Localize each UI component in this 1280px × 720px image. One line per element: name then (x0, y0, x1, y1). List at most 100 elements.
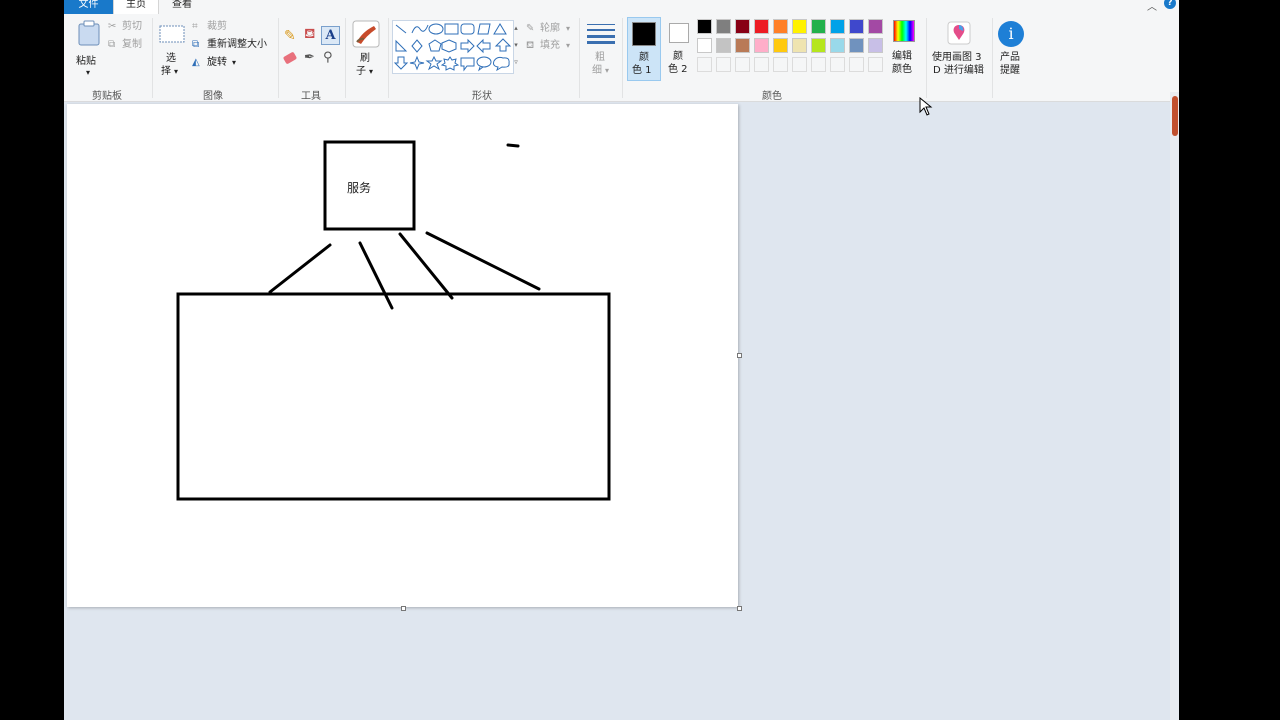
palette-swatch[interactable] (697, 38, 712, 53)
fill-button[interactable]: ⛾ 填充 ▾ (526, 39, 576, 53)
palette-swatch[interactable] (792, 38, 807, 53)
crop-button[interactable]: ⌗ 裁剪 (192, 20, 232, 34)
divider (992, 18, 993, 98)
palette-swatch[interactable] (811, 19, 826, 34)
pencil-icon[interactable]: ✎ (284, 28, 296, 44)
line-size-icon (587, 24, 615, 44)
palette-swatch[interactable] (849, 38, 864, 53)
edit-colors-button[interactable]: 编辑 颜色 (890, 18, 920, 82)
paint3d-button[interactable]: 使用画图 3 D 进行编辑 (930, 18, 988, 82)
resize-label: 重新调整大小 (207, 39, 267, 50)
palette-empty-slot[interactable] (697, 57, 712, 72)
palette-empty-slot[interactable] (811, 57, 826, 72)
tab-file[interactable]: 文件 (64, 0, 113, 14)
paint3d-icon (947, 21, 971, 45)
select-button[interactable]: 选 择 ▾ (158, 22, 186, 78)
outline-button[interactable]: ✎ 轮廓 ▾ (526, 22, 576, 36)
product-alert-label-2: 提醒 (1000, 65, 1020, 76)
rotate-icon: ◭ (192, 57, 200, 68)
palette-swatch[interactable] (868, 38, 883, 53)
palette-swatch[interactable] (830, 19, 845, 34)
brushes-label-2: 子 (356, 66, 366, 77)
palette-swatch[interactable] (716, 19, 731, 34)
palette-swatch[interactable] (735, 19, 750, 34)
palette-swatch[interactable] (754, 38, 769, 53)
palette-swatch[interactable] (697, 19, 712, 34)
text-tool-icon[interactable]: A (321, 26, 340, 45)
brush-icon (352, 20, 380, 48)
shapes-scroll[interactable]: ▴ ▾ ▿ (512, 20, 520, 72)
clipboard-group-label: 剪贴板 (92, 91, 122, 102)
palette-swatch[interactable] (773, 19, 788, 34)
palette-swatch[interactable] (735, 38, 750, 53)
colors-group-label: 颜色 (762, 91, 782, 102)
help-icon[interactable]: ? (1164, 0, 1176, 9)
collapse-ribbon-icon[interactable]: ︿ (1147, 0, 1157, 13)
divider (345, 18, 346, 98)
paste-button[interactable]: 粘贴 ▾ (74, 18, 104, 77)
scissors-icon: ✂ (108, 21, 117, 32)
copy-button[interactable]: ⧉ 复制 (108, 38, 148, 52)
palette-swatch[interactable] (849, 19, 864, 34)
palette-swatch[interactable] (811, 38, 826, 53)
select-rectangle-icon (159, 25, 185, 43)
rotate-dropdown-icon[interactable]: ▾ (232, 56, 236, 69)
rotate-button[interactable]: ◭ 旋转 ▾ (192, 56, 242, 70)
color1-button[interactable]: 颜 色 1 (627, 17, 661, 81)
cut-button[interactable]: ✂ 剪切 (108, 20, 148, 34)
paste-dropdown-icon[interactable]: ▾ (86, 66, 90, 79)
divider (278, 18, 279, 98)
resize-button[interactable]: ⧉ 重新调整大小 (192, 38, 276, 52)
palette-empty-slot[interactable] (849, 57, 864, 72)
product-alert-button[interactable]: i 产品 提醒 (996, 18, 1026, 82)
tab-view[interactable]: 查看 (162, 0, 202, 14)
palette-empty-slot[interactable] (716, 57, 731, 72)
connector-line (398, 232, 454, 300)
rotate-label: 旋转 (207, 57, 227, 68)
palette-empty-slot[interactable] (792, 57, 807, 72)
resize-handle-right[interactable] (737, 353, 742, 358)
divider (152, 18, 153, 98)
tab-home[interactable]: 主页 (113, 0, 159, 14)
palette-swatch[interactable] (792, 19, 807, 34)
size-dropdown-icon: ▾ (605, 66, 610, 75)
fill-icon: ⛾ (526, 40, 535, 51)
shapes-group-label: 形状 (472, 91, 492, 102)
resize-handle-corner[interactable] (737, 606, 742, 611)
product-alert-label-1: 产品 (1000, 52, 1020, 63)
palette-swatch[interactable] (830, 38, 845, 53)
edit-colors-label-2: 颜色 (892, 64, 912, 75)
brushes-button[interactable]: 刷 子 ▾ (350, 20, 382, 84)
color2-button[interactable]: 颜 色 2 (664, 17, 698, 81)
paint-window: 文件 主页 查看 ︿ ? 粘贴 ▾ ✂ 剪切 ⧉ 复制 剪贴板 选 择 ▾ ⌗ … (64, 0, 1179, 720)
drawing-canvas[interactable]: 服务 (67, 104, 738, 607)
brushes-dropdown-icon[interactable]: ▾ (369, 65, 373, 78)
palette-swatch[interactable] (716, 38, 731, 53)
crop-label: 裁剪 (207, 21, 227, 32)
crop-icon: ⌗ (192, 21, 198, 32)
palette-empty-slot[interactable] (773, 57, 788, 72)
palette-empty-slot[interactable] (830, 57, 845, 72)
palette-swatch[interactable] (868, 19, 883, 34)
fill-dropdown-icon: ▾ (566, 41, 571, 50)
canvas-workspace: 服务 (64, 102, 1179, 720)
shapes-gallery[interactable] (392, 20, 514, 74)
magnifier-icon[interactable]: ⚲ (323, 50, 333, 65)
size-button[interactable]: 粗 细 ▾ (584, 20, 618, 84)
select-label-2: 择 (161, 66, 171, 77)
palette-empty-slot[interactable] (868, 57, 883, 72)
color-picker-icon[interactable]: ✒ (304, 50, 315, 65)
vertical-scrollbar-thumb[interactable] (1172, 96, 1178, 136)
palette-empty-slot[interactable] (735, 57, 750, 72)
eraser-icon[interactable] (282, 51, 298, 65)
palette-swatch[interactable] (773, 38, 788, 53)
palette-swatch[interactable] (754, 19, 769, 34)
outline-label: 轮廓 (540, 23, 560, 34)
stray-mark (506, 143, 520, 148)
vertical-scrollbar-track[interactable] (1170, 92, 1179, 720)
color-palette (697, 19, 887, 77)
fill-bucket-icon[interactable]: ⛾ (304, 26, 315, 44)
select-dropdown-icon[interactable]: ▾ (174, 65, 178, 78)
resize-handle-bottom[interactable] (401, 606, 406, 611)
palette-empty-slot[interactable] (754, 57, 769, 72)
